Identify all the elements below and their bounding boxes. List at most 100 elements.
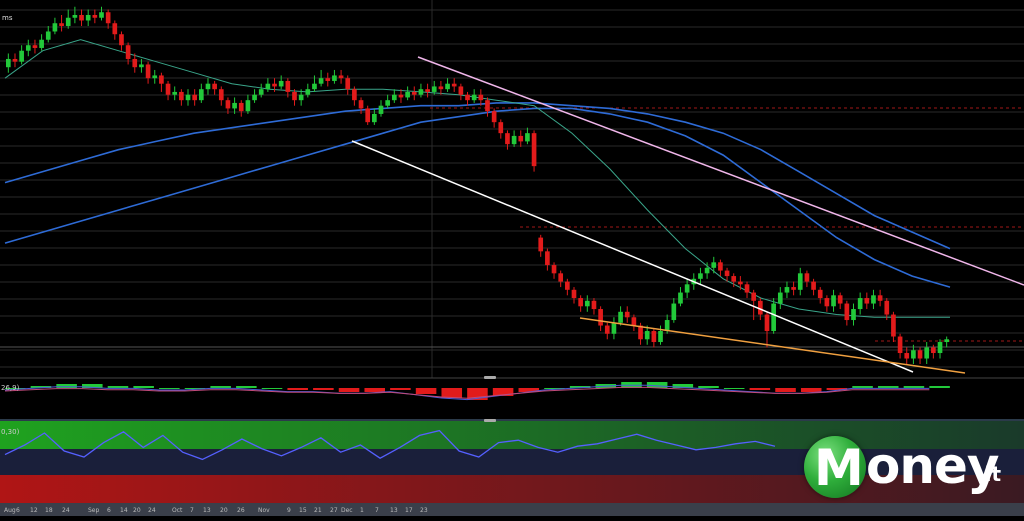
- candle-body: [584, 300, 590, 307]
- candle-body: [545, 251, 550, 266]
- candle-body: [598, 309, 603, 326]
- macd-bar: [261, 388, 283, 389]
- chart-area: Aug 6 12 18 24 Sep 6 14 20 24 Oct 7 13 20 26 Nov 9 15 21 27…: [0, 0, 1024, 516]
- x-tick-label: Nov: [258, 507, 270, 514]
- candle-body: [624, 311, 630, 318]
- macd-bar: [903, 386, 925, 388]
- candle-body: [864, 298, 870, 304]
- macd-bar: [210, 386, 231, 388]
- candle-body: [937, 342, 943, 354]
- candle-body: [265, 83, 271, 90]
- candle-body: [824, 298, 830, 307]
- candle-body: [578, 298, 583, 307]
- x-tick-label: Sep: [88, 507, 100, 514]
- x-tick-label: 26: [237, 507, 245, 514]
- candle-body: [245, 100, 251, 112]
- candle-body: [465, 94, 470, 101]
- candle-body: [797, 273, 803, 290]
- x-axis: Aug 6 12 18 24 Sep 6 14 20 24 Oct 7 13 20 26 Nov 9 15 21 27…: [0, 503, 1024, 516]
- candle-body: [232, 102, 237, 109]
- candle-body: [704, 267, 710, 274]
- panel-resize-handle-2[interactable]: [484, 419, 496, 422]
- macd-bar: [159, 388, 180, 389]
- x-tick-label: 20: [220, 507, 228, 514]
- candle-body: [45, 31, 51, 40]
- candle-body: [19, 50, 24, 62]
- candle-body: [272, 83, 277, 87]
- candle-body: [531, 133, 537, 167]
- candle-body: [511, 135, 517, 145]
- candle-body: [944, 339, 950, 343]
- candle-body: [318, 78, 324, 84]
- candle-body: [771, 303, 776, 332]
- candle-body: [332, 75, 337, 81]
- candle-body: [558, 273, 564, 282]
- candle-body: [278, 80, 284, 87]
- macd-bar: [441, 388, 463, 398]
- candle-body: [431, 86, 437, 92]
- x-tick-label: 20: [133, 507, 141, 514]
- macd-bar: [313, 388, 334, 390]
- candle-body: [844, 303, 850, 321]
- candle-body: [292, 91, 297, 101]
- candle-body: [491, 111, 497, 123]
- candle-body: [99, 12, 104, 18]
- x-tick-label: 27: [330, 507, 338, 514]
- candle-body: [72, 14, 78, 18]
- candle-body: [791, 287, 796, 290]
- candle-body: [525, 133, 530, 142]
- candle-body: [385, 100, 390, 106]
- candle-body: [398, 94, 404, 98]
- macd-panel: [0, 377, 1024, 418]
- x-tick-label: 6: [16, 507, 20, 514]
- candle-body: [391, 94, 397, 101]
- candle-body: [817, 289, 823, 299]
- candle-body: [345, 78, 351, 90]
- candle-body: [891, 314, 896, 337]
- candle-body: [52, 23, 58, 32]
- x-tick-label: Dec: [341, 507, 353, 514]
- macd-bar: [287, 388, 308, 390]
- macd-bar: [236, 386, 257, 388]
- candle-body: [92, 14, 98, 18]
- candle-body: [405, 91, 410, 98]
- candle-body: [658, 331, 663, 343]
- macd-bar: [107, 386, 129, 388]
- candle-body: [738, 281, 743, 285]
- candle-body: [85, 14, 91, 21]
- macd-panel-bg: [0, 378, 1024, 418]
- x-tick-label: 23: [420, 507, 428, 514]
- candle-body: [505, 133, 510, 145]
- candle-body: [285, 80, 291, 92]
- panel-resize-handle[interactable]: [484, 376, 496, 379]
- logo-tld: .it: [977, 462, 1002, 486]
- candle-body: [179, 91, 184, 101]
- candle-body: [485, 100, 490, 112]
- macd-bar: [56, 384, 77, 388]
- candle-body: [565, 281, 570, 290]
- candle-body: [159, 75, 164, 84]
- x-tick-label: 6: [107, 507, 111, 514]
- candle-body: [857, 298, 863, 310]
- logo-initial: M: [814, 439, 864, 497]
- candle-body: [751, 292, 757, 301]
- candle-body: [79, 14, 84, 21]
- candle-body: [12, 58, 18, 62]
- macd-bar: [877, 386, 899, 388]
- macd-bar: [800, 388, 822, 392]
- candle-body: [631, 317, 637, 326]
- macd-panel-label: 26,9): [1, 384, 20, 392]
- x-tick-label: 1: [360, 507, 364, 514]
- candle-body: [298, 94, 304, 101]
- candle-body: [644, 331, 650, 340]
- candle-body: [205, 83, 211, 90]
- x-tick-label: 7: [375, 507, 379, 514]
- macd-bar: [133, 386, 154, 388]
- candle-body: [411, 91, 417, 95]
- candle-body: [252, 94, 257, 101]
- candle-body: [804, 273, 810, 282]
- candle-body: [551, 265, 557, 274]
- candle-body: [471, 94, 477, 101]
- candle-body: [338, 75, 344, 79]
- macd-bar: [749, 388, 771, 390]
